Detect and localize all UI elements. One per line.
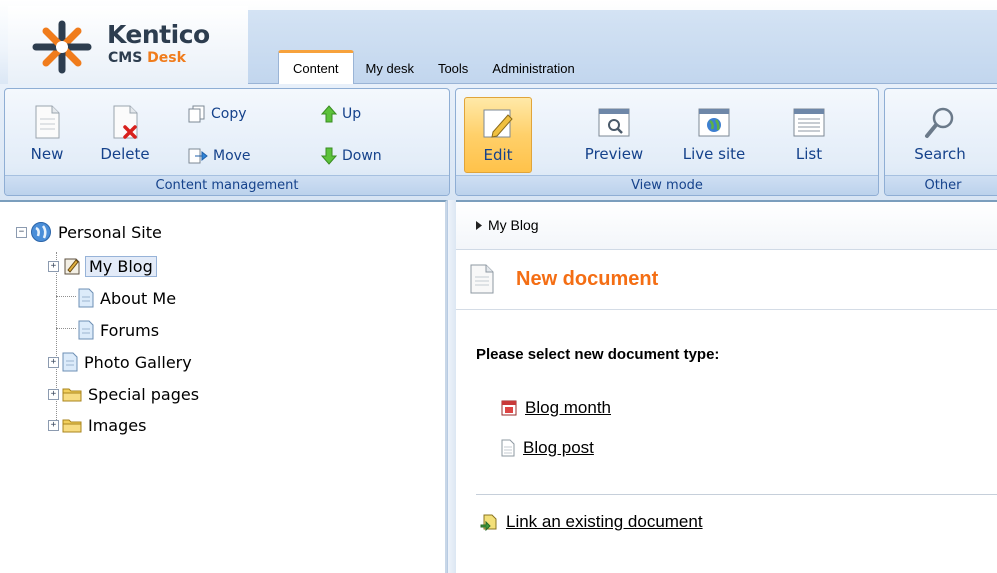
tree-item-photo-gallery[interactable]: + Photo Gallery [48,350,195,374]
logo-product-suffix: Desk [147,50,186,66]
delete-button-label: Delete [100,145,150,163]
page-title: New document [516,268,659,290]
logo-brand: Kentico [107,20,210,49]
main-tabs: Content My desk Tools Administration [278,50,587,84]
tree-item-special-pages[interactable]: + Special pages [48,382,202,406]
tree-item-forums[interactable]: Forums [78,318,162,342]
document-title-icon [470,264,494,294]
expand-icon[interactable]: + [48,419,59,431]
preview-icon [598,108,630,137]
other-group: Search Other [884,88,997,196]
tab-content[interactable]: Content [278,50,354,84]
live-site-button[interactable]: Live site [671,105,757,163]
view-mode-label: View mode [456,175,878,195]
content-pane: My Blog New document Please select new d… [456,200,997,573]
new-button[interactable]: New [25,105,69,163]
tab-tools[interactable]: Tools [426,50,480,84]
tree-item-images[interactable]: + Images [48,413,149,437]
pane-splitter[interactable] [447,200,456,573]
tree-item-about-me[interactable]: About Me [78,286,179,310]
list-button-label: List [795,145,823,163]
site-globe-icon [31,222,51,242]
expand-icon[interactable]: + [48,356,59,368]
down-button-label: Down [342,148,382,164]
tree-item-my-blog[interactable]: + My Blog [48,254,157,278]
down-button[interactable]: Down [321,147,382,165]
move-button[interactable]: Move [188,147,251,165]
document-icon [501,439,515,457]
tree-item-label: Special pages [88,384,200,404]
search-icon [925,107,954,138]
copy-button[interactable]: Copy [188,105,247,123]
tree-root-label: Personal Site [58,222,162,242]
breadcrumb-item[interactable]: My Blog [488,217,539,233]
search-button[interactable]: Search [905,105,975,163]
arrow-down-icon [321,147,337,165]
tab-administration[interactable]: Administration [480,50,586,84]
logo: Kentico CMS Desk [8,6,248,84]
tree-item-label: My Blog [85,255,157,277]
logo-product-prefix: CMS [108,50,148,66]
move-icon [188,148,208,164]
logo-product: CMS Desk [108,50,186,66]
tab-my-desk[interactable]: My desk [354,50,426,84]
doc-type-blog-month[interactable]: Blog month [501,398,611,418]
search-button-label: Search [914,145,966,163]
title-bar: New document [456,250,997,310]
link-document-icon [480,514,497,531]
expand-icon[interactable]: + [48,260,59,272]
tree-item-label: Forums [100,320,160,340]
calendar-icon [501,400,517,416]
collapse-icon[interactable]: − [16,226,27,238]
live-site-globe-icon [698,108,730,137]
delete-document-icon [113,105,138,139]
view-mode-group: Edit Preview Live site List View mode [455,88,879,196]
content-management-label: Content management [5,175,449,195]
ribbon: New Delete Copy Move Up Down Content man… [0,84,997,200]
preview-button-label: Preview [584,145,644,163]
link-existing-label: Link an existing document [506,512,703,531]
folder-icon [62,388,82,402]
edit-button-label: Edit [483,146,513,164]
page-icon [78,288,94,308]
doc-type-label: Blog post [523,438,594,457]
other-label: Other [885,175,997,195]
tree-root[interactable]: − Personal Site [16,220,165,244]
breadcrumb-bar: My Blog [456,202,997,250]
edit-icon [483,109,513,138]
arrow-up-icon [321,105,337,123]
content-management-group: New Delete Copy Move Up Down Content man… [4,88,450,196]
preview-button[interactable]: Preview [572,105,656,163]
page-icon [78,320,94,340]
list-button[interactable]: List [786,105,832,163]
breadcrumb: My Blog [476,217,539,233]
edit-button[interactable]: Edit [464,97,532,173]
separator [476,494,997,495]
delete-button[interactable]: Delete [95,105,155,163]
folder-icon [62,419,82,433]
link-existing-document[interactable]: Link an existing document [480,512,703,532]
header: Kentico CMS Desk Content My desk Tools A… [0,0,997,84]
new-document-icon [35,105,60,139]
copy-icon [188,105,205,123]
list-icon [793,108,825,137]
move-button-label: Move [213,148,251,164]
doc-type-label: Blog month [525,398,611,417]
kentico-logo-icon [32,20,92,74]
content-tree: − Personal Site + My Blog About Me Forum… [0,200,447,573]
copy-button-label: Copy [211,106,247,122]
doc-type-blog-post[interactable]: Blog post [501,438,594,458]
live-site-button-label: Live site [682,145,746,163]
breadcrumb-arrow-icon [476,220,482,230]
up-button-label: Up [342,106,362,122]
expand-icon[interactable]: + [48,388,59,400]
blog-icon [64,258,80,275]
tree-item-label: About Me [100,288,177,308]
tree-item-label: Images [88,415,147,435]
tree-item-label: Photo Gallery [84,352,192,372]
up-button[interactable]: Up [321,105,361,123]
document-type-prompt: Please select new document type: [476,346,720,363]
page-icon [62,352,78,372]
new-button-label: New [30,145,64,163]
